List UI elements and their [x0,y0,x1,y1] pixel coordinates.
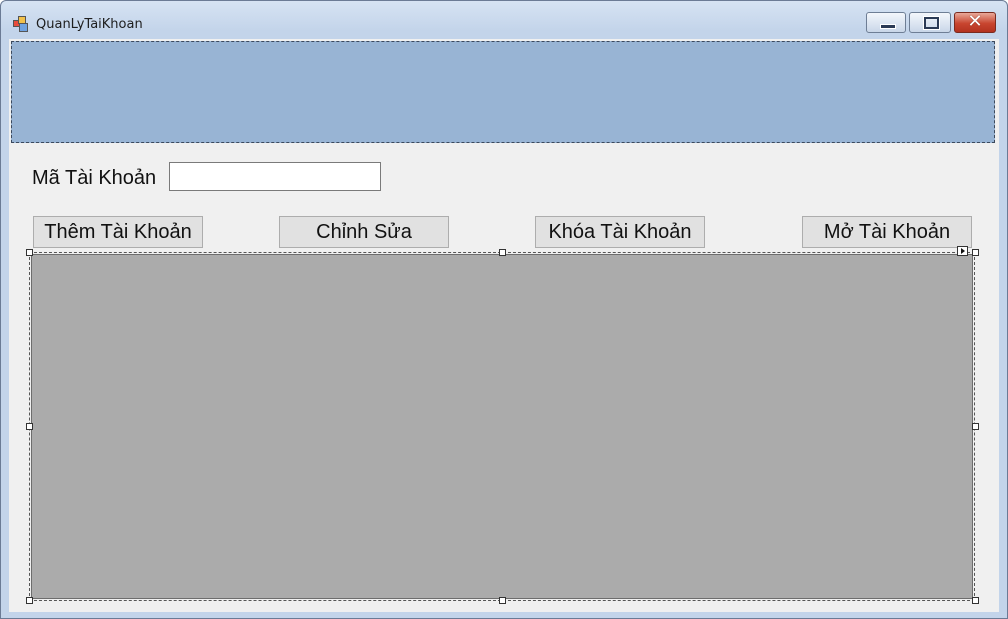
resize-handle-top-right[interactable] [972,249,979,256]
resize-handle-left[interactable] [26,423,33,430]
resize-handle-bottom-right[interactable] [972,597,979,604]
accounts-data-grid[interactable] [31,254,973,599]
close-icon: ✕ [967,11,983,32]
close-button[interactable]: ✕ [954,11,996,33]
resize-handle-right[interactable] [972,423,979,430]
smart-tag-arrow-icon[interactable] [957,246,968,256]
form-client-area: Mã Tài Khoản Thêm Tài Khoản Chỉnh Sửa Kh… [9,39,999,612]
lock-account-button[interactable]: Khóa Tài Khoản [535,216,705,248]
account-id-input[interactable] [169,162,381,191]
resize-handle-bottom[interactable] [499,597,506,604]
resize-handle-top-left[interactable] [26,249,33,256]
minimize-icon [880,24,896,29]
title-bar[interactable]: QuanLyTaiKhoan ✕ [1,1,1007,39]
resize-handle-top[interactable] [499,249,506,256]
unlock-account-button[interactable]: Mở Tài Khoản [802,216,972,248]
resize-handle-bottom-left[interactable] [26,597,33,604]
header-panel[interactable] [11,41,995,143]
form-icon [13,16,29,32]
account-id-label: Mã Tài Khoản [32,167,157,189]
maximize-button[interactable] [909,12,951,33]
edit-account-button[interactable]: Chỉnh Sửa [279,216,449,248]
maximize-icon [923,16,940,30]
minimize-button[interactable] [866,12,906,33]
add-account-button[interactable]: Thêm Tài Khoản [33,216,203,248]
window-title: QuanLyTaiKhoan [36,17,143,32]
form-window: QuanLyTaiKhoan ✕ Mã Tài Khoản Thêm Tài K… [0,0,1008,619]
